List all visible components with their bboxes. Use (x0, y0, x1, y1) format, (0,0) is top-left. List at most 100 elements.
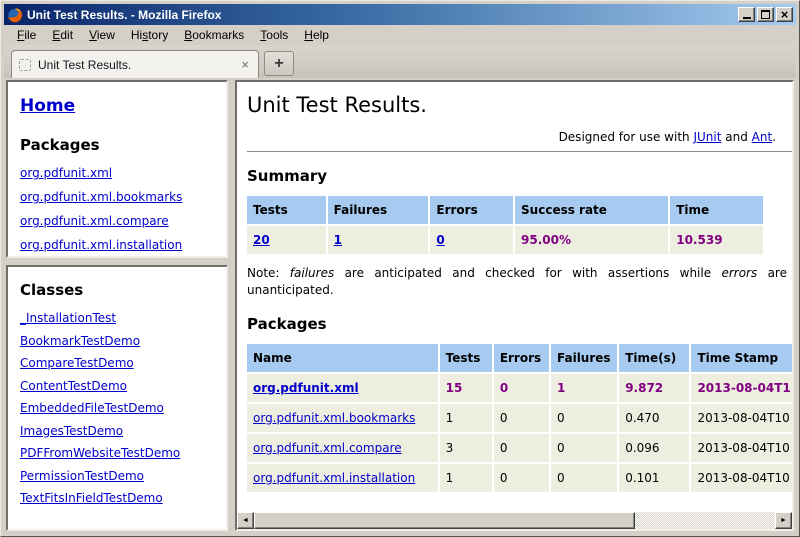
sidebar-class-link[interactable]: ImagesTestDemo (20, 424, 214, 438)
summary-heading: Summary (247, 167, 792, 185)
home-link[interactable]: Home (20, 96, 75, 116)
maximize-icon (761, 10, 770, 19)
scroll-right-icon: ► (780, 517, 787, 524)
sidebar-class-link[interactable]: CompareTestDemo (20, 356, 214, 370)
maximize-button[interactable] (757, 7, 774, 22)
tab-bar: Unit Test Results. × + (4, 45, 796, 78)
summary-col-errors: Errors (430, 196, 513, 224)
menu-help[interactable]: Help (296, 26, 337, 44)
summary-failures-link[interactable]: 1 (334, 233, 342, 247)
sidebar-package-link-bookmarks[interactable]: org.pdfunit.xml.bookmarks (20, 190, 214, 204)
note-errors-word: errors (721, 266, 757, 280)
sidebar-class-link[interactable]: PermissionTestDemo (20, 469, 214, 483)
package-time: 0.470 (619, 404, 689, 432)
summary-col-time: Time (670, 196, 763, 224)
tab-label: Unit Test Results. (38, 58, 232, 72)
package-tests: 1 (440, 464, 492, 492)
package-failures: 0 (551, 434, 617, 462)
package-time: 0.101 (619, 464, 689, 492)
window-controls: × (738, 7, 793, 22)
tagline-text: and (721, 130, 751, 144)
package-row: org.pdfunit.xml.compare 3 0 0 0.096 2013… (247, 434, 792, 462)
packages-col-time: Time(s) (619, 344, 689, 372)
package-link[interactable]: org.pdfunit.xml.compare (253, 441, 402, 455)
classes-heading: Classes (20, 281, 214, 299)
package-time: 9.872 (619, 374, 689, 402)
sidebar-class-link[interactable]: PDFFromWebsiteTestDemo (20, 446, 214, 460)
menu-tools[interactable]: Tools (252, 26, 296, 44)
packages-table: Name Tests Errors Failures Time(s) Time … (245, 342, 792, 494)
tab-close-icon[interactable]: × (239, 59, 251, 71)
packages-frame: Home Packages org.pdfunit.xml org.pdfuni… (6, 80, 228, 258)
minimize-icon (743, 17, 751, 19)
menu-edit[interactable]: Edit (44, 26, 81, 44)
frame-divider-vertical[interactable] (228, 80, 235, 531)
package-tests: 1 (440, 404, 492, 432)
packages-section-heading: Packages (247, 315, 792, 333)
menu-view[interactable]: View (81, 26, 123, 44)
summary-time: 10.539 (670, 226, 763, 254)
summary-table: Tests Failures Errors Success rate Time … (245, 194, 765, 256)
sidebar-package-link-xml[interactable]: org.pdfunit.xml (20, 166, 214, 180)
menu-history[interactable]: History (123, 26, 176, 44)
note-segment: Note: (247, 266, 290, 280)
package-link[interactable]: org.pdfunit.xml.installation (253, 471, 415, 485)
summary-success-rate: 95.00% (515, 226, 668, 254)
sidebar-package-link-compare[interactable]: org.pdfunit.xml.compare (20, 214, 214, 228)
ant-link[interactable]: Ant (752, 130, 773, 144)
menu-bookmarks[interactable]: Bookmarks (176, 26, 252, 44)
tagline: Designed for use with JUnit and Ant. (247, 130, 792, 144)
sidebar-class-link[interactable]: _InstallationTest (20, 311, 214, 325)
summary-row: 20 1 0 95.00% 10.539 (247, 226, 763, 254)
package-link[interactable]: org.pdfunit.xml (253, 381, 359, 395)
package-tests: 15 (440, 374, 492, 402)
package-row: org.pdfunit.xml 15 0 1 9.872 2013-08-04T… (247, 374, 792, 402)
summary-col-tests: Tests (247, 196, 326, 224)
summary-errors-link[interactable]: 0 (436, 233, 444, 247)
sidebar-class-link[interactable]: EmbeddedFileTestDemo (20, 401, 214, 415)
junit-link[interactable]: JUnit (693, 130, 721, 144)
tagline-text: Designed for use with (559, 130, 694, 144)
package-failures: 0 (551, 464, 617, 492)
package-timestamp: 2013-08-04T10 (691, 404, 792, 432)
page-title: Unit Test Results. (247, 92, 792, 118)
menubar: File Edit View History Bookmarks Tools H… (4, 25, 796, 45)
note-segment: are anticipated and checked for with ass… (334, 266, 721, 280)
frame-divider-horizontal[interactable] (6, 258, 228, 265)
minimize-button[interactable] (738, 7, 755, 22)
tagline-text: . (772, 130, 776, 144)
favicon-placeholder-icon (19, 59, 31, 71)
sidebar-class-link[interactable]: BookmarkTestDemo (20, 334, 214, 348)
sidebar-package-link-installation[interactable]: org.pdfunit.xml.installation (20, 238, 214, 252)
sidebar-class-link[interactable]: TextFitsInFieldTestDemo (20, 491, 214, 505)
package-timestamp: 2013-08-04T1 (691, 374, 792, 402)
package-link[interactable]: org.pdfunit.xml.bookmarks (253, 411, 415, 425)
packages-col-failures: Failures (551, 344, 617, 372)
package-failures: 1 (551, 374, 617, 402)
scrollbar-thumb[interactable] (254, 512, 635, 529)
titlebar[interactable]: Unit Test Results. - Mozilla Firefox × (4, 4, 796, 25)
package-failures: 0 (551, 404, 617, 432)
tab-unit-test-results[interactable]: Unit Test Results. × (11, 50, 259, 78)
firefox-icon (7, 7, 23, 23)
menu-file[interactable]: File (9, 26, 44, 44)
scroll-left-button[interactable]: ◄ (237, 512, 254, 529)
firefox-window: Unit Test Results. - Mozilla Firefox × F… (0, 0, 800, 537)
packages-col-name: Name (247, 344, 438, 372)
classes-frame: Classes _InstallationTest BookmarkTestDe… (6, 265, 228, 531)
sidebar-class-link[interactable]: ContentTestDemo (20, 379, 214, 393)
packages-col-timestamp: Time Stamp (691, 344, 792, 372)
packages-heading: Packages (20, 136, 214, 154)
sidebar-column: Home Packages org.pdfunit.xml org.pdfuni… (6, 80, 228, 531)
horizontal-scrollbar[interactable]: ◄ ► (237, 512, 792, 529)
package-tests: 3 (440, 434, 492, 462)
package-errors: 0 (494, 464, 549, 492)
scrollbar-track[interactable] (254, 512, 775, 529)
close-icon: × (781, 9, 789, 20)
new-tab-button[interactable]: + (264, 51, 294, 76)
scroll-right-button[interactable]: ► (775, 512, 792, 529)
summary-tests-link[interactable]: 20 (253, 233, 270, 247)
scroll-left-icon: ◄ (242, 517, 249, 524)
close-button[interactable]: × (776, 7, 793, 22)
package-time: 0.096 (619, 434, 689, 462)
